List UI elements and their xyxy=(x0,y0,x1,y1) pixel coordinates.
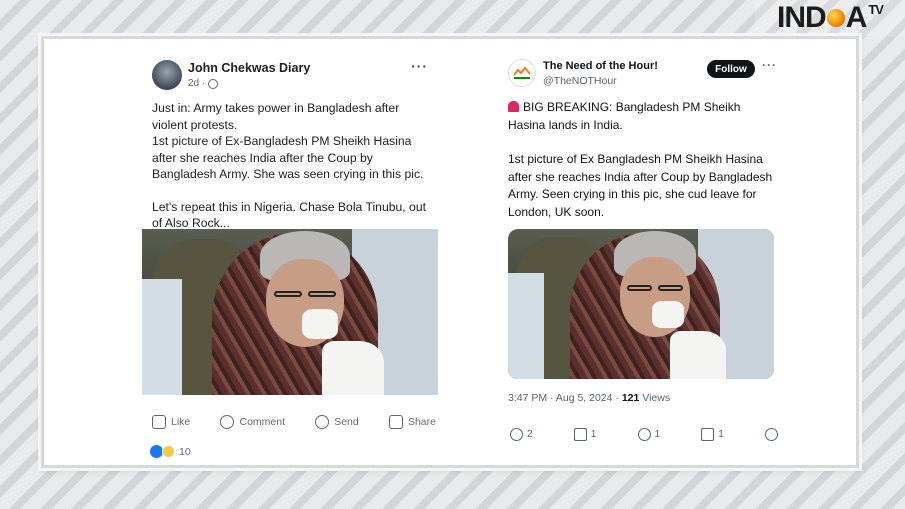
india-tv-logo: IND A TV xyxy=(755,0,905,36)
account-handle[interactable]: @TheNOTHour xyxy=(543,75,617,87)
bookmark-icon xyxy=(701,428,715,441)
post-actions: Like Comment Send Share xyxy=(152,415,436,429)
post-paragraph: Just in: Army takes power in Bangladesh … xyxy=(152,101,424,181)
logo-text-right: A xyxy=(845,1,868,34)
tweet-meta: 3:47 PM · Aug 5, 2024 · 121 Views xyxy=(508,392,670,404)
photo-tissue xyxy=(302,309,338,339)
reactions-summary[interactable]: 10 xyxy=(150,445,191,458)
tweet-photo[interactable] xyxy=(508,229,774,379)
photo-bystander xyxy=(508,273,544,379)
post-header: John Chekwas Diary 2d · ··· xyxy=(152,58,432,94)
siren-icon xyxy=(508,101,519,112)
views-label: Views xyxy=(639,392,671,404)
send-label: Send xyxy=(334,416,359,428)
comment-label: Comment xyxy=(239,416,285,428)
view-count: 121 xyxy=(621,392,640,404)
screenshot-frame: John Chekwas Diary 2d · ··· Just in: Arm… xyxy=(41,36,859,468)
post-text: Just in: Army takes power in Bangladesh … xyxy=(152,100,436,248)
comment-icon xyxy=(220,415,235,429)
like-button[interactable]: 1 xyxy=(637,428,661,441)
comment-button[interactable]: Comment xyxy=(220,415,285,429)
photo-glasses xyxy=(308,291,336,297)
photo-glasses xyxy=(658,285,683,291)
logo-text-left: IND xyxy=(777,1,827,34)
facebook-post: John Chekwas Diary 2d · ··· Just in: Arm… xyxy=(142,51,438,461)
photo-bystander xyxy=(142,279,182,395)
share-arrow-icon xyxy=(388,415,403,429)
tweet: The Need of the Hour! @TheNOTHour Follow… xyxy=(498,51,788,461)
tricolor-logo-icon xyxy=(513,66,531,79)
like-button[interactable]: Like xyxy=(152,415,190,429)
more-options-icon[interactable]: ··· xyxy=(411,58,428,74)
share-button[interactable] xyxy=(765,428,778,441)
reply-icon xyxy=(510,428,523,441)
tweet-paragraph-text: BIG BREAKING: Bangladesh PM Sheikh Hasin… xyxy=(508,100,741,132)
author-avatar[interactable] xyxy=(152,60,182,90)
account-name[interactable]: The Need of the Hour! xyxy=(543,60,658,72)
send-button[interactable]: Send xyxy=(315,415,359,429)
messenger-icon xyxy=(315,415,330,429)
bookmark-count: 1 xyxy=(718,429,724,440)
like-count: 1 xyxy=(654,429,661,440)
author-name[interactable]: John Chekwas Diary xyxy=(188,61,310,75)
account-avatar[interactable] xyxy=(508,59,536,87)
tweet-paragraph: 1st picture of Ex Bangladesh PM Sheikh H… xyxy=(508,152,773,219)
more-options-icon[interactable]: ··· xyxy=(762,58,777,72)
like-label: Like xyxy=(171,416,191,428)
tweet-timestamp[interactable]: 3:47 PM · Aug 5, 2024 · xyxy=(508,392,622,404)
photo-glasses xyxy=(627,285,652,291)
reply-count: 2 xyxy=(527,429,533,440)
sad-reaction-icon xyxy=(162,445,175,458)
bookmark-button[interactable]: 1 xyxy=(701,428,724,441)
logo-dot-icon xyxy=(826,9,845,27)
tweet-text: BIG BREAKING: Bangladesh PM Sheikh Hasin… xyxy=(508,99,780,238)
photo-cloth xyxy=(322,341,384,395)
tweet-paragraph: BIG BREAKING: Bangladesh PM Sheikh Hasin… xyxy=(508,99,780,134)
logo-tv-text: TV xyxy=(868,2,884,17)
photo-tissue xyxy=(652,301,684,328)
reaction-count: 10 xyxy=(179,445,191,458)
retweet-count: 1 xyxy=(590,429,597,440)
heart-icon xyxy=(637,428,651,441)
retweet-icon xyxy=(573,428,587,441)
share-button[interactable]: Share xyxy=(388,415,436,429)
photo-cloth xyxy=(670,331,726,379)
post-time: 2d · xyxy=(188,78,219,89)
globe-icon xyxy=(208,78,219,89)
post-paragraph: Let's repeat this in Nigeria. Chase Bola… xyxy=(152,199,426,231)
share-icon xyxy=(765,428,778,441)
photo-glasses xyxy=(274,291,302,297)
reply-button[interactable]: 2 xyxy=(510,428,533,441)
tweet-actions: 2 1 1 1 xyxy=(510,428,778,441)
post-time-text: 2d · xyxy=(188,78,206,89)
post-photo[interactable] xyxy=(142,229,438,395)
thumbs-up-icon xyxy=(152,415,166,429)
retweet-button[interactable]: 1 xyxy=(573,428,597,441)
follow-button[interactable]: Follow xyxy=(707,60,755,78)
share-label: Share xyxy=(407,416,436,428)
